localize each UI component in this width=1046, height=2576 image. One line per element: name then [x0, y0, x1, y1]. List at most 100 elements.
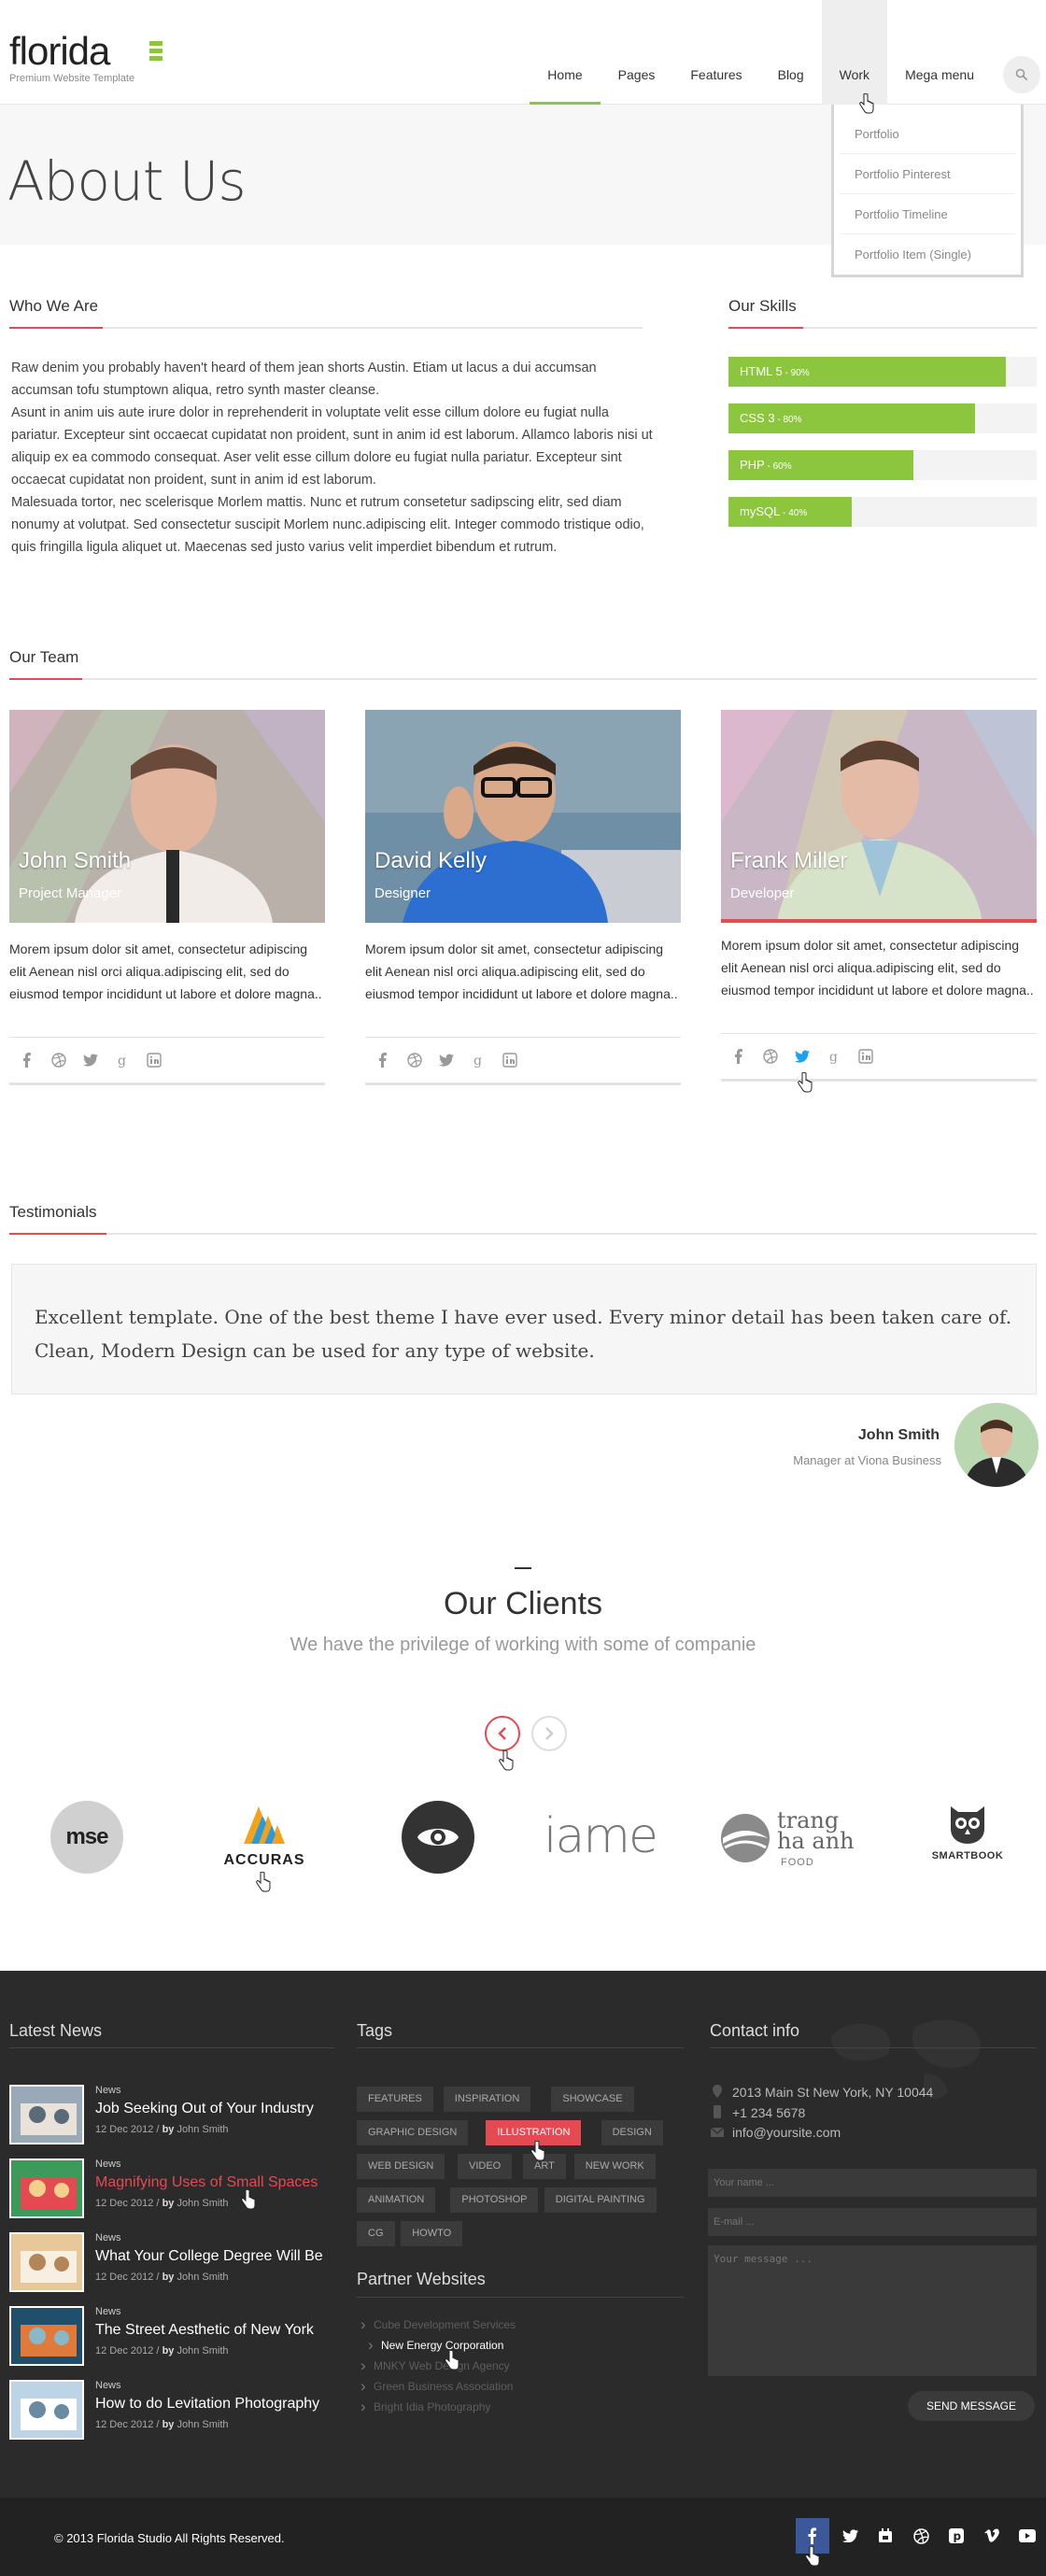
news-title[interactable]: What Your College Degree Will Be	[95, 2248, 323, 2265]
news-author[interactable]: John Smith	[177, 2124, 228, 2135]
client-logo-accuras[interactable]: ACCURAS	[213, 1803, 316, 1877]
partner-link[interactable]: New Energy Corporation	[368, 2336, 503, 2355]
news-item[interactable]: News What Your College Degree Will Be 12 D…	[9, 2232, 327, 2292]
news-title[interactable]: The Street Aesthetic of New York	[95, 2322, 314, 2339]
tag-showcase[interactable]: SHOWCASE	[551, 2087, 634, 2112]
linkedin-icon[interactable]	[146, 1052, 163, 1069]
skill-percent: 80%	[783, 415, 802, 425]
news-title[interactable]: Job Seeking Out of Your Industry	[95, 2101, 314, 2117]
tag-design[interactable]: DESIGN	[601, 2120, 663, 2145]
news-thumbnail[interactable]	[9, 2380, 84, 2440]
tag-animation[interactable]: ANIMATION	[357, 2187, 436, 2213]
tag-video[interactable]: VIDEO	[458, 2154, 513, 2179]
nav-blog[interactable]: Blog	[760, 0, 822, 105]
news-item[interactable]: News Magnifying Uses of Small Spaces 12 De…	[9, 2158, 327, 2218]
linkedin-icon[interactable]	[502, 1052, 518, 1069]
news-thumbnail[interactable]	[9, 2158, 84, 2218]
paragraph-1: Raw denim you probably haven't heard of …	[11, 361, 597, 398]
clients-prev-button[interactable]	[485, 1716, 520, 1751]
tag-cg[interactable]: CG	[357, 2221, 395, 2246]
google-plus-icon[interactable]: g	[826, 1048, 842, 1065]
news-thumbnail[interactable]	[9, 2085, 84, 2144]
facebook-icon[interactable]	[375, 1052, 391, 1069]
twitter-icon[interactable]	[82, 1052, 99, 1069]
dribbble-icon[interactable]	[406, 1052, 423, 1069]
tag-howto[interactable]: HOWTO	[401, 2221, 463, 2246]
main-nav: Home Pages Features Blog Work Mega menu	[530, 0, 1046, 105]
dropdown-item-portfolio-timeline[interactable]: Portfolio Timeline	[840, 194, 1015, 234]
client-logo-iame[interactable]: iame	[544, 1808, 658, 1864]
youtube-icon[interactable]	[1011, 2518, 1044, 2554]
news-item[interactable]: News How to do Levitation Photography 12 D…	[9, 2380, 327, 2440]
dropdown-item-portfolio-item[interactable]: Portfolio Item (Single)	[840, 234, 1015, 275]
phone-icon	[714, 2105, 721, 2118]
partner-link[interactable]: Cube Development Services	[360, 2315, 516, 2334]
google-plus-icon[interactable]: g	[114, 1052, 131, 1069]
news-category: News	[95, 2085, 121, 2096]
news-author[interactable]: John Smith	[177, 2198, 228, 2209]
skill-percent: 40%	[788, 508, 808, 518]
nav-work[interactable]: Work	[821, 0, 888, 105]
tag-web-design[interactable]: WEB DESIGN	[357, 2154, 445, 2179]
partner-link[interactable]: Bright Idia Photography	[360, 2398, 490, 2416]
news-author[interactable]: John Smith	[177, 2419, 228, 2430]
news-author[interactable]: John Smith	[177, 2272, 228, 2283]
vimeo-icon[interactable]	[975, 2518, 1009, 2554]
team-photo[interactable]: John Smith Project Manager	[9, 710, 325, 923]
contact-email[interactable]: info@yoursite.com	[732, 2125, 841, 2140]
news-item[interactable]: News The Street Aesthetic of New York 12 D…	[9, 2306, 327, 2366]
message-textarea[interactable]	[708, 2245, 1037, 2376]
partner-link[interactable]: Green Business Association	[360, 2377, 513, 2396]
team-photo[interactable]: David Kelly Designer	[365, 710, 681, 923]
twitter-icon[interactable]	[833, 2518, 867, 2554]
twitter-icon[interactable]	[794, 1048, 811, 1065]
search-icon	[1015, 68, 1028, 81]
news-thumbnail[interactable]	[9, 2232, 84, 2292]
tag-new-work[interactable]: NEW WORK	[573, 2154, 656, 2179]
dribbble-icon[interactable]	[50, 1052, 67, 1069]
tag-photoshop[interactable]: PHOTOSHOP	[450, 2187, 539, 2213]
news-thumbnail[interactable]	[9, 2306, 84, 2366]
pinterest-icon[interactable]: p	[940, 2518, 973, 2554]
client-logo-mse[interactable]: mse	[50, 1801, 123, 1874]
name-input[interactable]	[708, 2169, 1037, 2197]
news-title[interactable]: How to do Levitation Photography	[95, 2396, 319, 2413]
client-logo-trang-ha-anh[interactable]: trang ha anh FOOD	[719, 1805, 869, 1874]
nav-mega-menu[interactable]: Mega menu	[887, 0, 992, 105]
nav-pages[interactable]: Pages	[601, 0, 673, 105]
search-button[interactable]	[1003, 56, 1040, 93]
tag-features[interactable]: FEATURES	[357, 2087, 433, 2112]
linkedin-icon[interactable]	[857, 1048, 874, 1065]
news-author[interactable]: John Smith	[177, 2345, 228, 2357]
dribbble-icon[interactable]	[904, 2518, 938, 2554]
send-message-button[interactable]: SEND MESSAGE	[908, 2391, 1035, 2421]
team-member-role: Project Manager	[19, 885, 122, 901]
delicious-icon[interactable]	[869, 2518, 902, 2554]
twitter-icon[interactable]	[438, 1052, 455, 1069]
logo-bars	[149, 41, 163, 64]
svg-text:p: p	[954, 2530, 962, 2543]
client-logo-trang-ha-anh-text: trang ha anh	[777, 1807, 855, 1854]
clients-next-button[interactable]	[531, 1716, 567, 1751]
email-input[interactable]	[708, 2208, 1037, 2236]
nav-home[interactable]: Home	[530, 0, 601, 105]
facebook-icon[interactable]	[19, 1052, 35, 1069]
logo[interactable]: florida Premium Website Template	[9, 32, 163, 84]
dropdown-item-portfolio[interactable]: Portfolio	[840, 114, 1015, 154]
skill-bar: mySQL - 40%	[728, 497, 1037, 527]
nav-features[interactable]: Features	[672, 0, 759, 105]
client-logo-eye[interactable]	[402, 1801, 474, 1874]
news-item[interactable]: News Job Seeking Out of Your Industry 12 D…	[9, 2085, 327, 2144]
dropdown-item-portfolio-pinterest[interactable]: Portfolio Pinterest	[840, 154, 1015, 194]
team-photo[interactable]: Frank Miller Developer	[721, 710, 1037, 923]
tag-inspiration[interactable]: INSPIRATION	[443, 2087, 531, 2112]
partner-link[interactable]: MNKY Web Design Agency	[360, 2357, 510, 2375]
facebook-icon[interactable]	[730, 1048, 747, 1065]
client-logo-smartbook[interactable]: SMARTBOOK	[919, 1801, 1016, 1861]
news-date: 12 Dec 2012 /	[95, 2124, 160, 2135]
tag-graphic-design[interactable]: GRAPHIC DESIGN	[357, 2120, 469, 2145]
news-title[interactable]: Magnifying Uses of Small Spaces	[95, 2174, 318, 2191]
google-plus-icon[interactable]: g	[470, 1052, 487, 1069]
dribbble-icon[interactable]	[762, 1048, 779, 1065]
tag-digital-painting[interactable]: DIGITAL PAINTING	[544, 2187, 657, 2213]
